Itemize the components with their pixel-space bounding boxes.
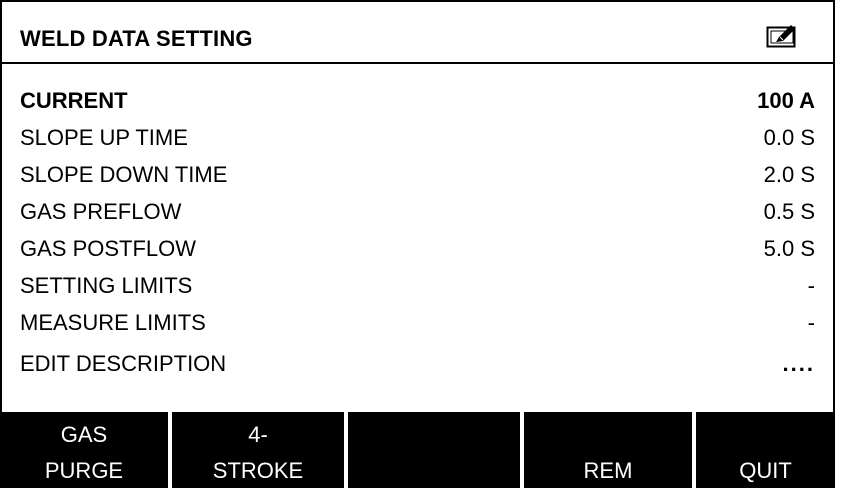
setting-label: CURRENT bbox=[20, 88, 128, 113]
softkey-label-line2: STROKE bbox=[212, 458, 304, 483]
header-bar: WELD DATA SETTING bbox=[2, 2, 833, 64]
softkey-label-line2: QUIT bbox=[739, 458, 792, 483]
setting-label: SLOPE DOWN TIME bbox=[20, 162, 228, 187]
setting-value: - bbox=[807, 310, 815, 335]
setting-value: 2.0 S bbox=[763, 162, 815, 187]
setting-value: .... bbox=[782, 351, 815, 376]
setting-row-slope-down-time[interactable]: SLOPE DOWN TIME 2.0 S bbox=[2, 156, 833, 193]
setting-label: MEASURE LIMITS bbox=[20, 310, 206, 335]
setting-label: GAS PREFLOW bbox=[20, 199, 182, 224]
quit-button[interactable]: QUIT bbox=[694, 412, 835, 488]
setting-row-gas-preflow[interactable]: GAS PREFLOW 0.5 S bbox=[2, 193, 833, 230]
setting-label: EDIT DESCRIPTION bbox=[20, 351, 227, 376]
setting-label: GAS POSTFLOW bbox=[20, 236, 197, 261]
setting-label: SLOPE UP TIME bbox=[20, 125, 188, 150]
settings-list: CURRENT 100 A SLOPE UP TIME 0.0 S SLOPE … bbox=[2, 82, 833, 382]
setting-row-edit-description[interactable]: EDIT DESCRIPTION .... bbox=[2, 345, 833, 382]
setting-label: SETTING LIMITS bbox=[20, 273, 193, 298]
edit-icon bbox=[766, 24, 798, 48]
page-title: WELD DATA SETTING bbox=[20, 26, 253, 51]
setting-value: 0.5 S bbox=[763, 199, 815, 224]
setting-value: 5.0 S bbox=[763, 236, 815, 261]
setting-row-slope-up-time[interactable]: SLOPE UP TIME 0.0 S bbox=[2, 119, 833, 156]
setting-row-setting-limits[interactable]: SETTING LIMITS - bbox=[2, 267, 833, 304]
setting-row-gas-postflow[interactable]: GAS POSTFLOW 5.0 S bbox=[2, 230, 833, 267]
blank-softkey-button[interactable] bbox=[346, 412, 522, 488]
rem-button[interactable]: REM bbox=[522, 412, 694, 488]
softkey-bar: GAS PURGE 4- STROKE REM QUIT bbox=[0, 412, 835, 488]
softkey-label-line1: 4- bbox=[248, 422, 268, 447]
softkey-label-line2: REM bbox=[583, 458, 633, 483]
setting-row-current[interactable]: CURRENT 100 A bbox=[2, 82, 833, 119]
softkey-label-line2: PURGE bbox=[44, 458, 124, 483]
setting-value: 0.0 S bbox=[763, 125, 815, 150]
gas-purge-button[interactable]: GAS PURGE bbox=[0, 412, 170, 488]
4-stroke-button[interactable]: 4- STROKE bbox=[170, 412, 346, 488]
setting-value: 100 A bbox=[757, 88, 815, 113]
softkey-label-line1: GAS bbox=[60, 422, 108, 447]
setting-row-measure-limits[interactable]: MEASURE LIMITS - bbox=[2, 304, 833, 341]
setting-value: - bbox=[807, 273, 815, 298]
